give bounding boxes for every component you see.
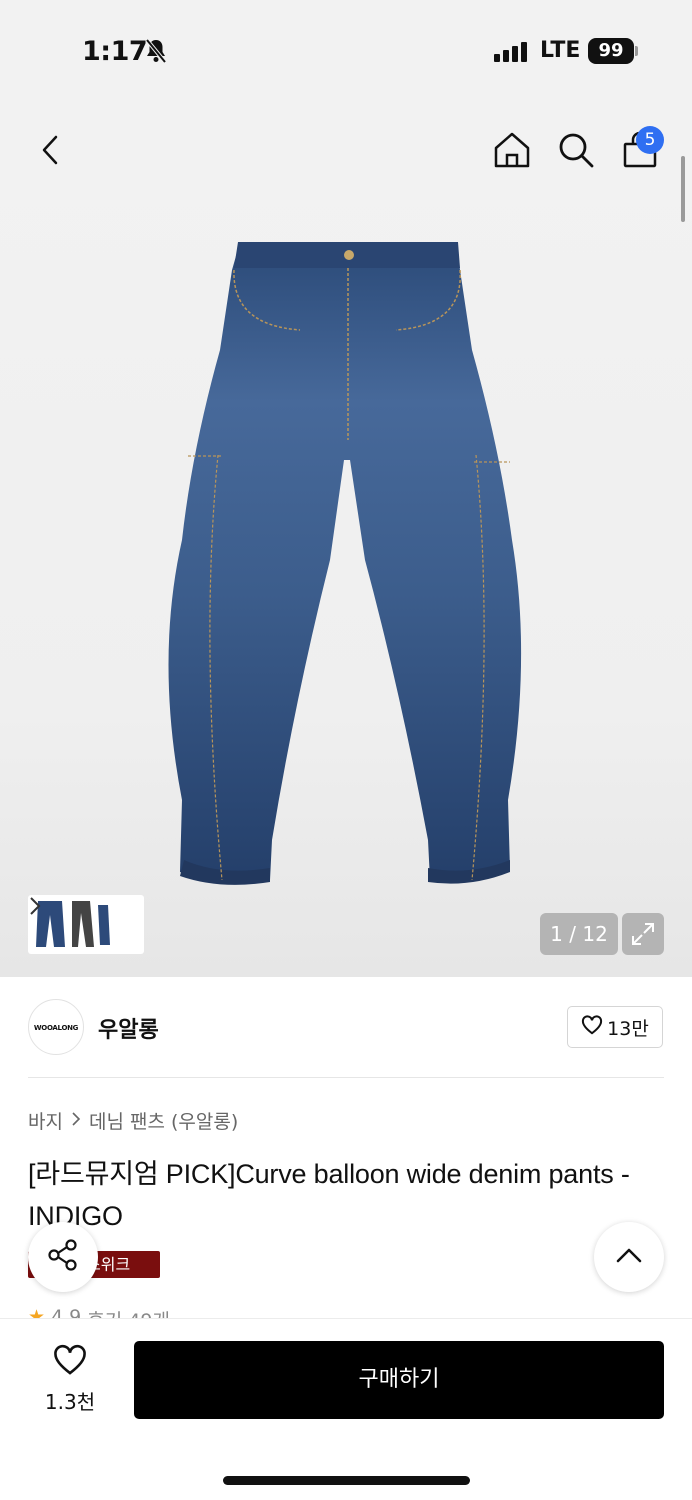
battery-icon: 99	[588, 38, 634, 64]
like-button[interactable]: 1.3천	[40, 1344, 100, 1415]
divider	[28, 1077, 664, 1078]
back-icon[interactable]	[30, 130, 70, 170]
chevron-right-icon	[71, 1110, 81, 1132]
scroll-to-top-button[interactable]	[594, 1222, 664, 1292]
heart-icon	[52, 1344, 88, 1380]
heart-icon	[581, 1014, 603, 1040]
breadcrumb: 바지 데님 팬츠 (우알롱)	[28, 1107, 238, 1134]
product-title: [라드뮤지엄 PICK]Curve balloon wide denim pan…	[28, 1159, 630, 1231]
home-indicator[interactable]	[223, 1476, 470, 1485]
product-image	[160, 240, 535, 890]
search-icon[interactable]	[554, 128, 598, 172]
scroll-indicator[interactable]	[681, 156, 685, 222]
network-type: LTE	[540, 38, 581, 63]
brand-logo[interactable]: WOOALONG	[28, 999, 84, 1055]
signal-icon	[494, 42, 527, 62]
home-icon[interactable]	[490, 128, 534, 172]
breadcrumb-category[interactable]: 바지	[28, 1107, 63, 1134]
brand-like-count: 13만	[607, 1017, 649, 1040]
status-time: 1:17	[82, 36, 148, 67]
cart-count-badge: 5	[636, 126, 664, 154]
chevron-up-icon	[615, 1246, 643, 1268]
share-button[interactable]	[28, 1222, 98, 1292]
share-icon	[46, 1238, 80, 1276]
product-gallery[interactable]	[0, 100, 692, 977]
breadcrumb-subcategory[interactable]: 데님 팬츠 (우알롱)	[89, 1107, 238, 1134]
buy-button[interactable]: 구매하기	[134, 1341, 664, 1419]
thumbnail-strip[interactable]	[28, 895, 144, 954]
like-count: 1.3천	[44, 1390, 96, 1414]
brand-like-button[interactable]: 13만	[567, 1006, 663, 1048]
image-counter: 1 / 12	[540, 913, 618, 955]
bell-muted-icon	[144, 38, 168, 68]
chevron-right-icon[interactable]	[28, 895, 42, 917]
status-bar: 1:17 LTE 99	[0, 0, 692, 100]
brand-name[interactable]: 우알롱	[98, 1012, 159, 1044]
battery-tip	[635, 46, 638, 56]
expand-icon[interactable]	[622, 913, 664, 955]
